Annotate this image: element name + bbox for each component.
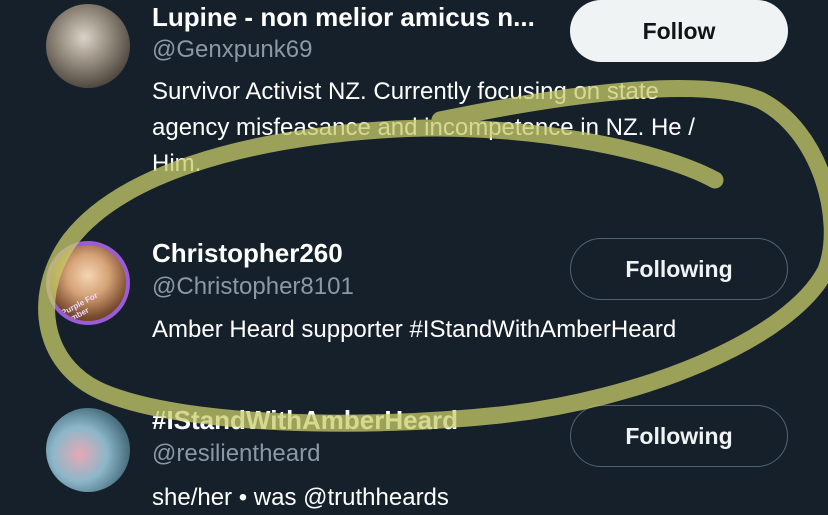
user-display-name[interactable]: Lupine - non melior amicus n...: [152, 2, 535, 33]
following-button[interactable]: Following: [570, 405, 788, 467]
avatar-overlay-text: Purple For Amber: [59, 290, 100, 325]
user-avatar-wolf[interactable]: [46, 4, 130, 88]
user-display-name[interactable]: #IStandWithAmberHeard: [152, 405, 458, 436]
user-handle[interactable]: @Genxpunk69: [152, 36, 312, 64]
bio-line: agency misfeasance and incompetence in N…: [152, 114, 695, 141]
following-button[interactable]: Following: [570, 238, 788, 300]
user-handle[interactable]: @resilientheard: [152, 440, 320, 468]
user-bio: she/her • was @truthheards: [152, 480, 792, 515]
bio-line: Survivor Activist NZ. Currently focusing…: [152, 78, 659, 105]
user-display-name[interactable]: Christopher260: [152, 238, 343, 269]
user-bio: Survivor Activist NZ. Currently focusing…: [152, 74, 792, 182]
user-handle[interactable]: @Christopher8101: [152, 273, 354, 301]
user-avatar-resilientheard[interactable]: [46, 408, 130, 492]
bio-line: Him.: [152, 150, 202, 177]
bio-line: she/her • was @truthheards: [152, 484, 449, 511]
follow-button[interactable]: Follow: [570, 0, 788, 62]
user-bio: Amber Heard supporter #IStandWithAmberHe…: [152, 312, 792, 348]
user-avatar-christopher[interactable]: Purple For Amber: [46, 241, 130, 325]
bio-line: Amber Heard supporter #IStandWithAmberHe…: [152, 316, 677, 343]
